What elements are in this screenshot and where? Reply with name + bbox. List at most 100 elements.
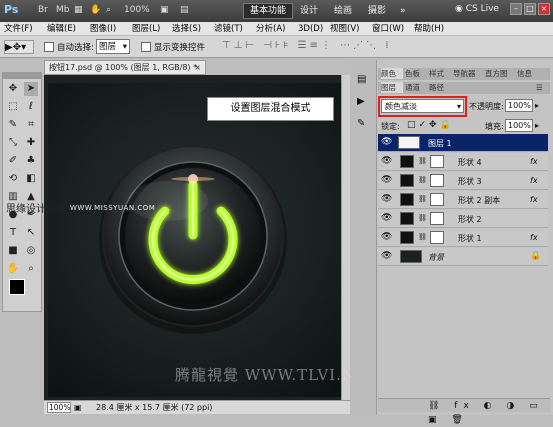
layer-name[interactable]: 形状 2 [458, 214, 482, 225]
type-tool-icon[interactable]: T [6, 226, 20, 240]
layers-bottom-toolbar[interactable]: ⛓ fx ◐ ◑ ▭ ▣ 🗑 [378, 398, 550, 425]
tab-color[interactable]: 颜色 [381, 68, 403, 79]
minimize-button[interactable]: – [510, 3, 522, 15]
layer-row-shape1[interactable]: 👁 ⛓ 形状 1 fx [378, 229, 548, 247]
move-tool-preset-icon[interactable]: ▶✥▾ [4, 40, 34, 54]
hand-tool-icon[interactable]: ✋ [90, 5, 104, 17]
layer-name[interactable]: 形状 3 [458, 176, 482, 187]
eraser-tool-icon[interactable]: ◧ [24, 172, 38, 186]
hand-icon[interactable]: ✋ [6, 262, 20, 276]
tab-styles[interactable]: 样式 [429, 68, 451, 79]
marquee-tool-icon[interactable]: ⬚ [6, 100, 20, 114]
arrange-documents-icon[interactable]: ▣ [160, 5, 174, 17]
eye-icon[interactable]: 👁 [381, 251, 392, 261]
layer-row-shape4[interactable]: 👁 ⛓ 形状 4 fx [378, 153, 548, 171]
maximize-button[interactable]: □ [524, 3, 536, 15]
eyedropper-icon[interactable]: ⤡ [6, 136, 20, 150]
3d-rotate-icon[interactable]: ◎ [24, 244, 38, 258]
opacity-field[interactable]: 100% [505, 99, 533, 112]
menu-edit[interactable]: 编辑(E) [47, 23, 76, 35]
lock-icons[interactable]: □✓✥🔒 [407, 120, 454, 130]
tab-navigator[interactable]: 导航器 [453, 68, 483, 79]
history-brush-icon[interactable]: ⟲ [6, 172, 20, 186]
foreground-color-swatch[interactable] [9, 279, 25, 295]
menu-select[interactable]: 选择(S) [172, 23, 201, 35]
menu-help[interactable]: 帮助(H) [414, 23, 444, 35]
lasso-tool-icon[interactable]: ℓ [24, 100, 38, 114]
workspace-photography[interactable]: 摄影 [368, 3, 386, 19]
menu-3d[interactable]: 3D(D) [298, 23, 323, 35]
zoom-icon[interactable]: ⌕ [24, 262, 38, 276]
screen-mode-icon[interactable]: ▤ [180, 5, 194, 17]
document-close-icon[interactable]: × [194, 61, 201, 74]
arrow-tool-icon[interactable]: ➤ [24, 82, 38, 96]
tab-paths[interactable]: 路径 [429, 82, 451, 93]
cs-live-button[interactable]: ◉ CS Live [455, 4, 505, 18]
menu-layer[interactable]: 图层(L) [132, 23, 160, 35]
eye-icon[interactable]: 👁 [381, 175, 392, 185]
zoom-tool-icon[interactable]: ⌕ [106, 5, 120, 17]
status-zoom-field[interactable]: 100% [47, 402, 71, 413]
quick-select-icon[interactable]: ✎ [6, 118, 20, 132]
actions-panel-icon[interactable]: ▶ [357, 96, 365, 107]
tab-info[interactable]: 信息 [517, 68, 539, 79]
menu-window[interactable]: 窗口(W) [372, 23, 404, 35]
eye-icon[interactable]: 👁 [381, 137, 392, 147]
fill-field[interactable]: 100% [505, 119, 533, 132]
layer-row-shape3[interactable]: 👁 ⛓ 形状 3 fx [378, 172, 548, 190]
layer-name[interactable]: 形状 1 [458, 233, 482, 244]
canvas-vertical-scrollbar[interactable] [341, 75, 350, 400]
path-select-icon[interactable]: ↖ [24, 226, 38, 240]
healing-brush-icon[interactable]: ✚ [24, 136, 38, 150]
shape-tool-icon[interactable]: ■ [6, 244, 20, 258]
menu-analysis[interactable]: 分析(A) [256, 23, 285, 35]
workspace-design[interactable]: 设计 [300, 3, 318, 19]
fill-slider-arrow-icon[interactable]: ▸ [535, 119, 545, 132]
layer-name[interactable]: 形状 2 副本 [458, 195, 500, 206]
tab-swatches[interactable]: 色板 [405, 68, 427, 79]
menu-file[interactable]: 文件(F) [4, 23, 33, 35]
document-canvas[interactable] [48, 83, 341, 397]
eye-icon[interactable]: 👁 [381, 194, 392, 204]
layer-row-shape2[interactable]: 👁 ⛓ 形状 2 [378, 210, 548, 228]
fx-icon[interactable]: fx [530, 157, 538, 166]
workspace-essentials[interactable]: 基本功能 [243, 3, 293, 19]
close-button[interactable]: × [538, 3, 550, 15]
show-transform-checkbox[interactable] [141, 42, 151, 52]
history-panel-icon[interactable]: ▤ [357, 74, 366, 85]
move-tool-icon[interactable]: ✥ [6, 82, 20, 96]
eye-icon[interactable]: 👁 [381, 156, 392, 166]
tab-channels[interactable]: 通道 [405, 82, 427, 93]
layer-row-shape2-copy[interactable]: 👁 ⛓ 形状 2 副本 fx [378, 191, 548, 209]
brush-panel-icon[interactable]: ✎ [357, 118, 365, 129]
brush-tool-icon[interactable]: ✐ [6, 154, 20, 168]
tab-histogram[interactable]: 直方图 [485, 68, 515, 79]
view-extras-icon[interactable]: ▦ [74, 5, 88, 17]
fx-icon[interactable]: fx [530, 233, 538, 242]
menu-filter[interactable]: 滤镜(T) [214, 23, 243, 35]
fx-icon[interactable]: fx [530, 176, 538, 185]
eye-icon[interactable]: 👁 [381, 232, 392, 242]
menu-view[interactable]: 视图(V) [330, 23, 359, 35]
align-distribute-icons[interactable]: ⊤⊥⊢ ⊣⊦⊧ ☰≡⋮ ⋯⋰⋱ ⁞ [222, 40, 542, 54]
more-workspaces-button[interactable]: » [400, 3, 406, 19]
zoom-level[interactable]: 100% [124, 5, 154, 17]
eye-icon[interactable]: 👁 [381, 213, 392, 223]
status-export-icon[interactable]: ▣ [74, 402, 84, 414]
menu-image[interactable]: 图像(I) [90, 23, 116, 35]
layer-name[interactable]: 图层 1 [428, 138, 452, 149]
panel-menu-icon[interactable]: ☰ [536, 82, 548, 93]
opacity-slider-arrow-icon[interactable]: ▸ [535, 99, 545, 112]
clone-stamp-icon[interactable]: ♣ [24, 154, 38, 168]
layer-name[interactable]: 形状 4 [458, 157, 482, 168]
tab-layers[interactable]: 图层 [381, 82, 403, 93]
auto-select-dropdown[interactable]: 图层 ▾ [96, 39, 130, 54]
document-tab[interactable]: 按钮17.psd @ 100% (图层 1, RGB/8) * × [44, 60, 206, 75]
minibridge-icon[interactable]: Mb [56, 5, 70, 17]
toolbox-grip[interactable] [3, 73, 41, 79]
crop-tool-icon[interactable]: ⌗ [24, 118, 38, 132]
layer-row-background[interactable]: 👁 背景 🔒 [378, 248, 548, 266]
auto-select-checkbox[interactable] [44, 42, 54, 52]
fx-icon[interactable]: fx [530, 195, 538, 204]
bridge-icon[interactable]: Br [38, 5, 52, 17]
